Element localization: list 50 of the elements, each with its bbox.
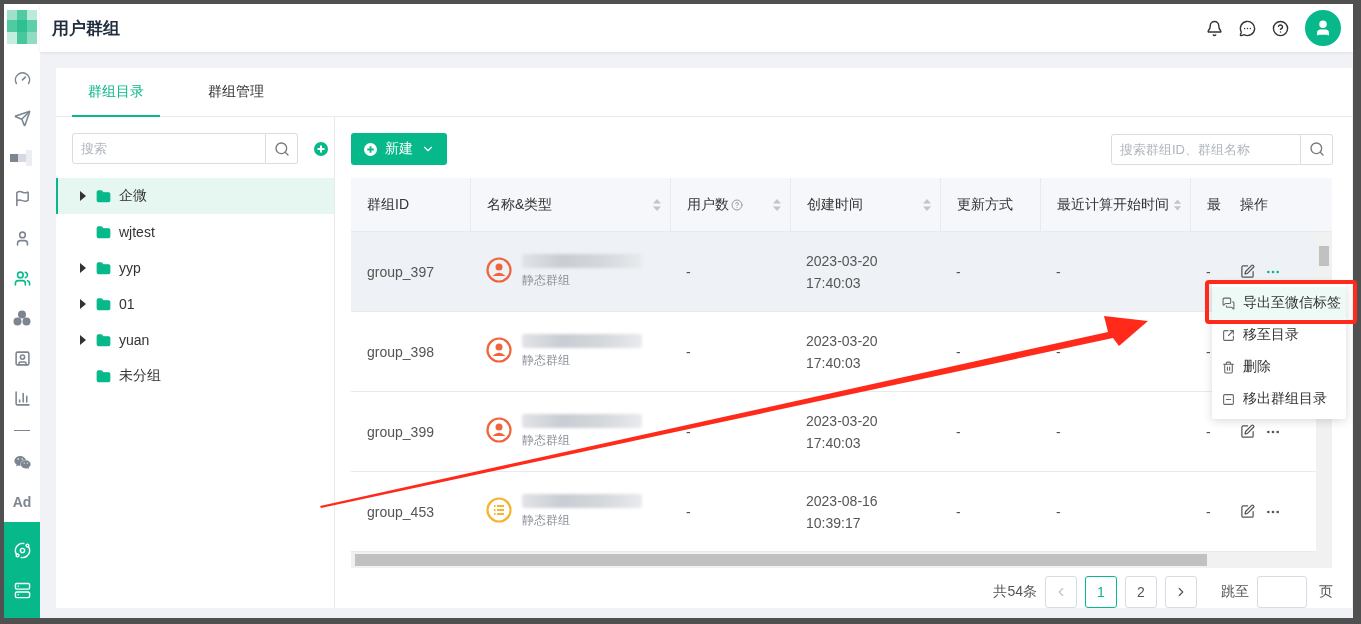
group-type: 静态群组	[522, 352, 571, 369]
column-header: 用户数	[687, 195, 729, 214]
table-cell: -	[956, 423, 961, 440]
table-cell: -	[1206, 343, 1211, 360]
table-cell: -	[1206, 503, 1211, 520]
total-count: 共54条	[993, 583, 1037, 601]
column-header: 更新方式	[957, 195, 1013, 214]
column-header: 最	[1207, 195, 1221, 214]
table-cell: -	[686, 343, 691, 360]
group-type: 静态群组	[522, 512, 571, 529]
table-cell: -	[686, 263, 691, 280]
table-cell: -	[1056, 423, 1061, 440]
tree-label: wjtest	[119, 224, 155, 240]
table-cell: -	[1206, 423, 1211, 440]
table-cell-text: 17:40:03	[806, 354, 862, 371]
table-cell: 2023-03-20	[806, 252, 878, 269]
table-cell: -	[956, 503, 961, 520]
table-cell: 2023-03-20	[806, 332, 878, 349]
column-header: 名称&类型	[487, 195, 553, 214]
tree-label: 01	[119, 296, 135, 312]
table-cell: -	[956, 263, 961, 280]
table-cell: -	[686, 503, 691, 520]
table-cell-text: 10:39:17	[806, 514, 862, 531]
column-header: 操作	[1240, 195, 1268, 214]
jump-label: 跳至	[1221, 583, 1249, 601]
table-cell: group_398	[367, 343, 434, 360]
table-cell: group_397	[367, 263, 434, 280]
table-cell: -	[686, 423, 691, 440]
table-cell: -	[1206, 263, 1211, 280]
table-cell: 2023-08-16	[806, 492, 878, 509]
table-cell: -	[1056, 263, 1061, 280]
group-type: 静态群组	[522, 272, 571, 289]
tree-label: 企微	[119, 187, 147, 205]
tree-label: yuan	[119, 332, 150, 348]
table-cell: -	[1056, 343, 1061, 360]
table-cell: group_399	[367, 423, 434, 440]
page-title: 用户群组	[52, 17, 120, 40]
column-header: 创建时间	[807, 195, 863, 214]
table-cell: group_453	[367, 503, 434, 520]
table-cell: -	[956, 343, 961, 360]
column-header: 群组ID	[367, 195, 409, 214]
page-suffix: 页	[1319, 583, 1333, 601]
tree-label: yyp	[119, 260, 141, 276]
tree-label: 未分组	[119, 367, 161, 385]
table-cell: 2023-03-20	[806, 412, 878, 429]
column-header: 最近计算开始时间	[1057, 195, 1169, 214]
table-cell: -	[1056, 503, 1061, 520]
table-cell-text: 17:40:03	[806, 434, 862, 451]
table-cell-text: 17:40:03	[806, 274, 862, 291]
group-type: 静态群组	[522, 432, 571, 449]
